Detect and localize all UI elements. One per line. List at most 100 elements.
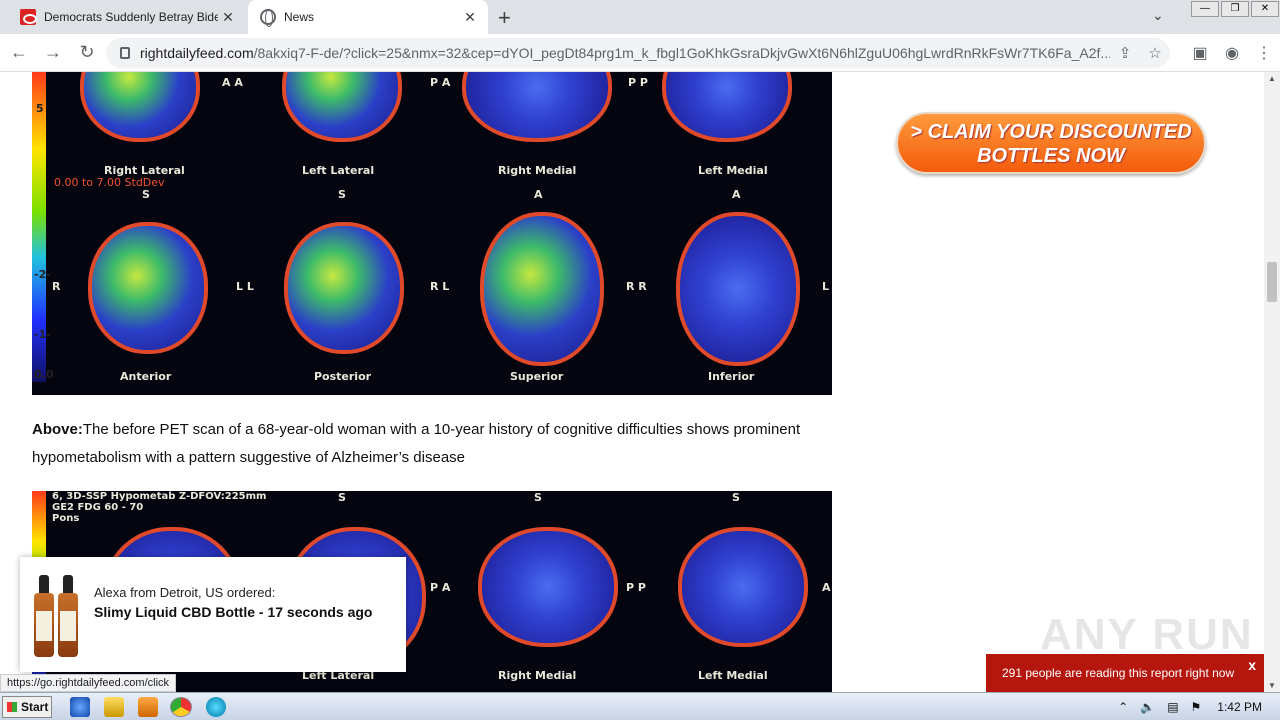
axis-tick: -1-	[34, 328, 51, 341]
ie-icon[interactable]	[70, 697, 90, 717]
site-favicon-icon	[20, 9, 37, 25]
view-label: Left Lateral	[302, 164, 375, 177]
view-label: Right Medial	[498, 164, 577, 177]
notification-customer: Alexa from Detroit, US ordered:	[94, 585, 276, 600]
close-window-button[interactable]: ✕	[1251, 1, 1279, 17]
folder-icon[interactable]	[104, 697, 124, 717]
tab-title: Democrats Suddenly Betray Biden ov	[44, 10, 218, 24]
system-tray: ⌃ 🔈 ▤ ⚑ 1:42 PM	[1112, 693, 1280, 721]
tab-strip: Democrats Suddenly Betray Biden ov ✕ New…	[0, 0, 1280, 34]
minimize-button[interactable]: —	[1191, 1, 1219, 17]
orientation-letter: R L	[430, 280, 450, 293]
bottle-icon	[34, 575, 54, 657]
notification-product: Slimy Liquid CBD Bottle - 17 seconds ago	[94, 604, 373, 620]
brain-scan-left-medial	[662, 72, 792, 142]
orientation-letter: P P	[628, 76, 648, 89]
orientation-letter: P A	[430, 581, 451, 594]
windows-taskbar: Start ⌃ 🔈 ▤ ⚑ 1:42 PM	[0, 692, 1280, 720]
pet-scan-before-image: 0.00 to 7.00 StdDev 5 -2- -1- 0.0 A A P …	[32, 72, 832, 395]
chrome-icon[interactable]	[170, 697, 192, 717]
scan-header-line: 6, 3D-SSP Hypometab Z-DFOV:225mm	[52, 491, 267, 502]
brain-scan-inferior	[676, 212, 800, 366]
tray-expand-icon[interactable]: ⌃	[1118, 700, 1128, 714]
anyrun-watermark: ANY RUN	[1040, 610, 1254, 659]
brain-scan-left-medial	[678, 527, 808, 647]
forward-button[interactable]: →	[38, 42, 68, 63]
image-caption: Above:The before PET scan of a 68-year-o…	[32, 416, 812, 472]
claim-discount-button[interactable]: > CLAIM YOUR DISCOUNTED BOTTLES NOW	[896, 112, 1206, 174]
start-button[interactable]: Start	[2, 696, 52, 718]
view-label: Anterior	[120, 370, 172, 383]
brain-scan-superior	[480, 212, 604, 366]
lock-icon[interactable]	[120, 47, 130, 59]
orientation-letter: L L	[236, 280, 254, 293]
close-banner-button[interactable]: x	[1248, 657, 1256, 673]
window-controls: — ❐ ✕	[1190, 0, 1280, 18]
page-scrollbar[interactable]: ▲ ▼	[1264, 72, 1280, 692]
url-text: rightdailyfeed.com/8akxiq7-F-de/?click=2…	[140, 45, 1110, 61]
edge-icon[interactable]	[206, 697, 226, 717]
network-icon[interactable]: ▤	[1167, 700, 1178, 714]
tab-close-icon[interactable]: ✕	[218, 9, 238, 26]
cbd-bottles-image	[32, 573, 82, 657]
orientation-letter: S	[142, 188, 150, 201]
view-label: Right Lateral	[104, 164, 185, 177]
volume-icon[interactable]: 🔈	[1140, 700, 1155, 714]
brain-scan-anterior	[88, 222, 208, 354]
orientation-letter: R	[52, 280, 61, 293]
orientation-letter: A	[534, 188, 543, 201]
view-label: Posterior	[314, 370, 372, 383]
tab-close-icon[interactable]: ✕	[460, 9, 480, 26]
restore-button[interactable]: ❐	[1221, 1, 1249, 17]
readers-banner: 291 people are reading this report right…	[986, 654, 1264, 692]
address-bar[interactable]: rightdailyfeed.com/8akxiq7-F-de/?click=2…	[106, 38, 1170, 68]
scan-header-line: Pons	[52, 513, 80, 524]
orientation-letter: R R	[626, 280, 647, 293]
view-label: Inferior	[708, 370, 755, 383]
url-domain: rightdailyfeed.com	[140, 45, 254, 61]
scroll-down-icon[interactable]: ▼	[1268, 681, 1276, 690]
tab-title: News	[284, 10, 315, 24]
orientation-letter: P A	[430, 76, 451, 89]
readers-text: 291 people are reading this report right…	[1002, 666, 1235, 680]
orientation-letter: A	[732, 188, 741, 201]
view-label: Left Medial	[698, 669, 768, 682]
scan-header-line: GE2 FDG 60 - 70	[52, 502, 144, 513]
axis-tick: -2-	[34, 268, 51, 281]
clock[interactable]: 1:42 PM	[1217, 700, 1262, 714]
order-notification-popup[interactable]: Alexa from Detroit, US ordered: Slimy Li…	[20, 557, 406, 672]
tab-news[interactable]: News ✕	[248, 0, 488, 34]
brain-scan-right-medial	[462, 72, 612, 142]
bookmark-star-icon[interactable]: ☆	[1140, 44, 1170, 62]
bottle-icon	[58, 575, 78, 657]
status-bar-url: https://go.rightdailyfeed.com/click	[0, 674, 177, 692]
orientation-letter: S	[338, 188, 346, 201]
tab-democrats[interactable]: Democrats Suddenly Betray Biden ov ✕	[10, 0, 246, 34]
menu-kebab-icon[interactable]: ⋮	[1248, 43, 1280, 63]
globe-icon	[260, 9, 276, 27]
brain-scan-right-lateral	[80, 72, 200, 142]
orientation-letter: A	[822, 581, 831, 594]
toolbar-right: ▣ ◉ ⋮	[1184, 34, 1280, 72]
orientation-letter: L	[822, 280, 830, 293]
browser-toolbar: ← → ↻ rightdailyfeed.com/8akxiq7-F-de/?c…	[0, 34, 1280, 72]
brain-scan-posterior	[284, 222, 404, 354]
orientation-letter: A A	[222, 76, 243, 89]
media-player-icon[interactable]	[138, 697, 158, 717]
reload-button[interactable]: ↻	[72, 42, 102, 63]
profile-avatar-icon[interactable]: ◉	[1216, 43, 1248, 63]
view-label: Right Medial	[498, 669, 577, 682]
brain-scan-left-lateral	[282, 72, 402, 142]
axis-tick: 5	[36, 102, 44, 115]
scrollbar-thumb[interactable]	[1267, 262, 1277, 302]
tab-search-chevron-icon[interactable]: ⌄	[1152, 7, 1164, 24]
axis-tick: 0.0	[34, 368, 54, 381]
orientation-letter: S	[534, 491, 542, 504]
share-icon[interactable]: ⇪	[1110, 44, 1140, 62]
new-tab-button[interactable]: +	[498, 5, 511, 31]
view-label: Left Medial	[698, 164, 768, 177]
back-button[interactable]: ←	[4, 42, 34, 63]
flag-icon[interactable]: ⚑	[1191, 700, 1202, 714]
side-panel-icon[interactable]: ▣	[1184, 43, 1216, 63]
scroll-up-icon[interactable]: ▲	[1268, 74, 1276, 83]
